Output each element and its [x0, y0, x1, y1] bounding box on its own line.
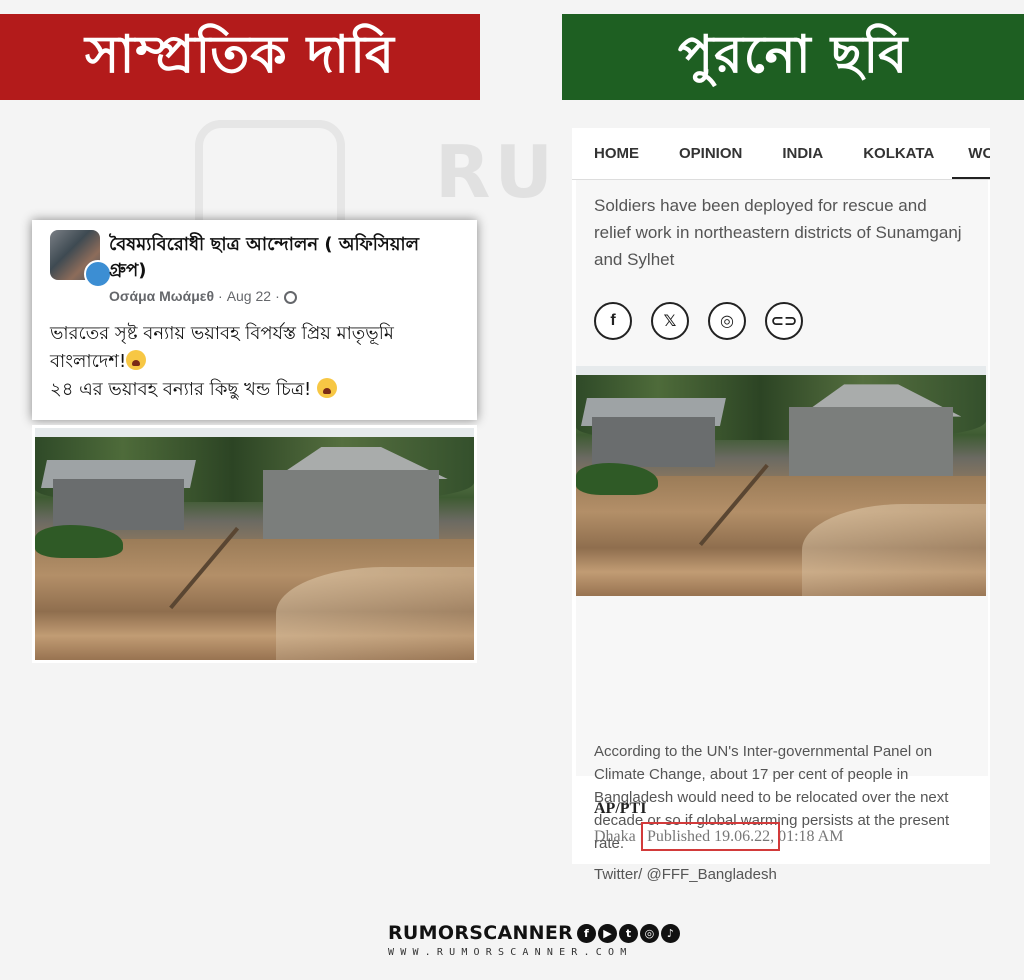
website-url[interactable]: WWW.RUMORSCANNER.COM: [388, 947, 688, 958]
share-buttons: f 𝕏 ◎ ⊂⊃: [594, 302, 803, 340]
nav-home[interactable]: HOME: [572, 128, 657, 179]
photo-caption-top: Soldiers have been deployed for rescue a…: [594, 196, 962, 269]
dateline-place: Dhaka |: [594, 828, 643, 845]
post-line-1: ভারতের সৃষ্ট বন্যায় ভয়াবহ বিপর্যস্ত প্…: [50, 323, 394, 372]
claim-banner: সাম্প্রতিক দাবি: [0, 14, 480, 100]
dateline: Dhaka | Published 19.06.22, 01:18 AM: [594, 822, 844, 851]
social-icons: f ▶ t ◎ ♪: [577, 923, 681, 943]
post-line-2: ২৪ এর ভয়াবহ বন্যার কিছু খন্ড চিত্র!: [50, 379, 317, 400]
site-nav: HOME OPINION INDIA KOLKATA WO: [572, 128, 990, 180]
nav-world[interactable]: WO: [952, 128, 990, 179]
post-meta: Οσάμα Μωάμεθ · Aug 22 ·: [109, 288, 297, 304]
facebook-flood-photo[interactable]: [32, 425, 477, 663]
published-time: 01:18 AM: [778, 828, 844, 845]
tiktok-icon[interactable]: ♪: [661, 923, 681, 943]
brand-name: RUMORSCANNER f ▶ t ◎ ♪: [388, 922, 688, 944]
photo-credit: Twitter/ @FFF_Bangladesh: [594, 866, 777, 883]
nav-opinion[interactable]: OPINION: [657, 128, 760, 179]
author-name[interactable]: Οσάμα Μωάμεθ: [109, 288, 214, 304]
meta-separator: ·: [218, 288, 223, 304]
nav-india[interactable]: INDIA: [760, 128, 841, 179]
news-agency: AP/PTI: [594, 800, 647, 817]
globe-icon: [283, 290, 297, 304]
published-date-highlight: Published 19.06.22,: [640, 822, 781, 851]
twitter-icon[interactable]: t: [619, 923, 639, 943]
crying-emoji-icon: [317, 378, 337, 398]
news-flood-photo[interactable]: [576, 366, 986, 596]
post-date[interactable]: Aug 22: [227, 288, 271, 304]
brand-text: RUMORSCANNER: [388, 922, 574, 944]
facebook-post: বৈষম্যবিরোধী ছাত্র আন্দোলন ( অফিসিয়াল গ…: [32, 220, 477, 420]
old-photo-banner: পুরনো ছবি: [562, 14, 1024, 100]
x-icon[interactable]: 𝕏: [651, 302, 689, 340]
footer-logo: RUMORSCANNER f ▶ t ◎ ♪ WWW.RUMORSCANNER.…: [388, 922, 688, 962]
youtube-icon[interactable]: ▶: [598, 923, 618, 943]
facebook-icon[interactable]: f: [594, 302, 632, 340]
link-icon[interactable]: ⊂⊃: [765, 302, 803, 340]
facebook-icon[interactable]: f: [577, 923, 597, 943]
instagram-icon[interactable]: ◎: [640, 923, 660, 943]
whatsapp-icon[interactable]: ◎: [708, 302, 746, 340]
crying-emoji-icon: [126, 350, 147, 370]
meta-separator: ·: [275, 288, 280, 304]
watermark-text: RU: [435, 130, 557, 214]
post-text: ভারতের সৃষ্ট বন্যায় ভয়াবহ বিপর্যস্ত প্…: [50, 320, 470, 404]
group-avatar[interactable]: [50, 230, 112, 288]
group-name[interactable]: বৈষম্যবিরোধী ছাত্র আন্দোলন ( অফিসিয়াল গ…: [109, 232, 449, 284]
nav-kolkata[interactable]: KOLKATA: [841, 128, 952, 179]
user-avatar[interactable]: [84, 260, 112, 288]
